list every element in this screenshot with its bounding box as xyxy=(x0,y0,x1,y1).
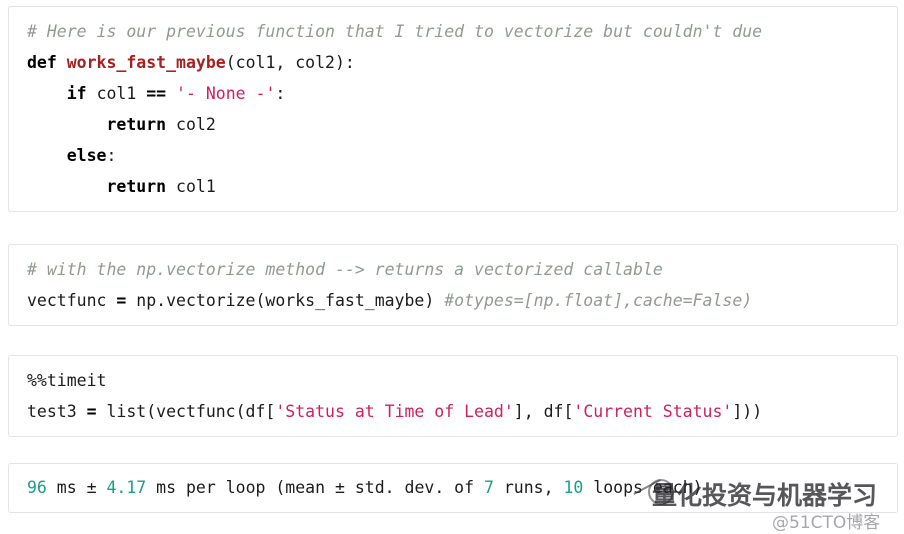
token-op: = xyxy=(86,402,97,421)
token-plain: col1 xyxy=(176,177,216,196)
code-line: test3 = list(vectfunc(df['Status at Time… xyxy=(27,396,897,427)
code-line: vectfunc = np.vectorize(works_fast_maybe… xyxy=(27,285,897,316)
notebook-page: # Here is our previous function that I t… xyxy=(0,0,904,534)
code-line: else: xyxy=(27,140,897,171)
watermark-logo-icon xyxy=(648,479,674,505)
token-num: 7 xyxy=(484,478,494,497)
token-num: 96 xyxy=(27,478,47,497)
token-fn: works_fast_maybe xyxy=(66,53,226,72)
code-line: return col1 xyxy=(27,171,897,202)
code-line: def works_fast_maybe(col1, col2): xyxy=(27,47,897,78)
code-line: %%timeit xyxy=(27,365,897,396)
code-line: if col1 == '- None -': xyxy=(27,78,897,109)
token-plain: vectfunc xyxy=(27,291,117,310)
output-line: 96 ms ± 4.17 ms per loop (mean ± std. de… xyxy=(27,473,897,503)
token-kw: return xyxy=(106,177,177,196)
token-kw: else xyxy=(66,146,107,165)
token-str: 'Status at Time of Lead' xyxy=(275,402,514,421)
code-line: return col2 xyxy=(27,109,897,140)
token-plain: ], df[ xyxy=(513,402,574,421)
token-num: 10 xyxy=(563,478,584,497)
token-op: = xyxy=(116,291,127,310)
token-magic: %%timeit xyxy=(27,371,107,390)
token-plain: ms per loop (mean ± std. dev. of xyxy=(146,478,484,497)
token-plain: list(vectfunc(df[ xyxy=(96,402,276,421)
code-cell-vectorize[interactable]: # with the np.vectorize method --> retur… xyxy=(8,244,898,326)
token-plain: np.vectorize(works_fast_maybe) xyxy=(126,291,445,310)
code-line: # Here is our previous function that I t… xyxy=(27,16,897,47)
token-plain: ms ± xyxy=(46,478,107,497)
cell-gap xyxy=(4,326,900,355)
token-plain: : xyxy=(106,146,117,165)
token-op: == xyxy=(146,84,167,103)
token-num: 4.17 xyxy=(106,478,147,497)
token-kw: return xyxy=(106,115,177,134)
token-str: 'Current Status' xyxy=(573,402,733,421)
cell-gap xyxy=(4,212,900,244)
token-plain: ])) xyxy=(732,402,763,421)
code-line: # with the np.vectorize method --> retur… xyxy=(27,254,897,285)
token-plain: (col1, col2): xyxy=(225,53,355,72)
token-cmt: # Here is our previous function that I t… xyxy=(27,22,763,41)
cell-gap xyxy=(4,437,900,463)
token-cmt: #otypes=[np.float],cache=False) xyxy=(444,291,753,310)
code-cell-timeit[interactable]: %%timeit test3 = list(vectfunc(df['Status… xyxy=(8,355,898,437)
token-kw: def xyxy=(27,53,67,72)
token-plain: test3 xyxy=(27,402,87,421)
token-cmt: # with the np.vectorize method --> retur… xyxy=(27,260,663,279)
token-plain: col2 xyxy=(176,115,216,134)
token-plain: runs, xyxy=(493,478,564,497)
token-plain: : xyxy=(275,84,286,103)
output-cell-timeit-result: 96 ms ± 4.17 ms per loop (mean ± std. de… xyxy=(8,463,898,513)
token-kw: if xyxy=(66,84,97,103)
code-cell-function-definition[interactable]: # Here is our previous function that I t… xyxy=(8,6,898,212)
token-plain: col1 xyxy=(96,84,147,103)
token-str: '- None -' xyxy=(176,84,276,103)
